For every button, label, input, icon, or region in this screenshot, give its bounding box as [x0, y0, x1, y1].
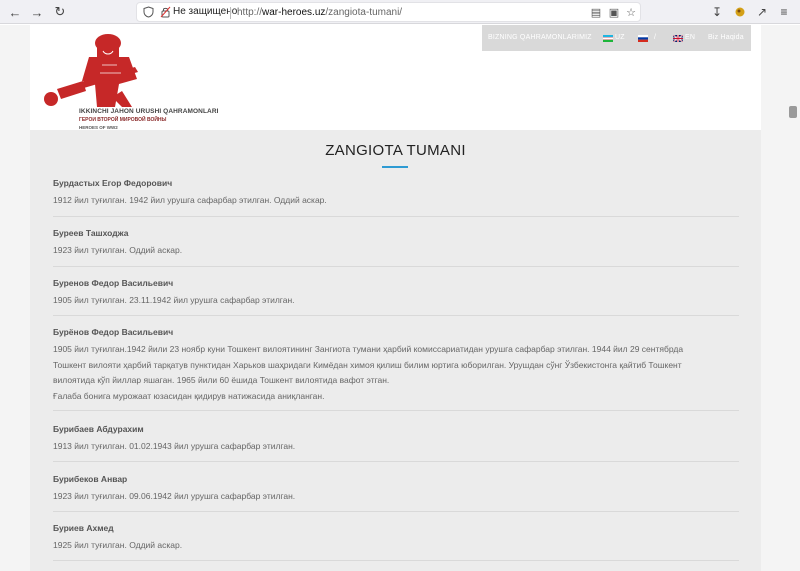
browser-toolbar: ← → ↻ Не защищено http://war-heroes.uz/z…: [0, 0, 800, 24]
nav-lang-separator: /: [654, 34, 657, 41]
list-item: Бурибеков Анвар 1923 йил туғилган. 09.06…: [53, 474, 739, 512]
bookmark-star-icon[interactable]: ☆: [624, 5, 638, 19]
url-text[interactable]: http://war-heroes.uz/zangiota-tumani/: [237, 7, 402, 18]
nav-lang-en[interactable]: EN: [685, 34, 695, 41]
screenshot-icon[interactable]: ▣: [607, 5, 621, 19]
url-scheme: http://: [237, 7, 263, 18]
list-item: Бурибаев Абдурахим 1913 йил туғилган. 01…: [53, 424, 739, 462]
hero-name: Буриев Ахмед: [53, 523, 114, 533]
divider: [53, 216, 739, 217]
shield-icon[interactable]: [141, 5, 155, 19]
list-item: Бурдастых Егор Федорович 1912 йил туғилг…: [53, 178, 739, 217]
menu-icon[interactable]: ≡: [775, 3, 793, 21]
flag-ru-icon[interactable]: [638, 35, 648, 42]
top-navigation: BIZNING QAHRAMONLARIMIZ UZ / EN Biz Haqi…: [482, 25, 751, 51]
nav-our-heroes[interactable]: BIZNING QAHRAMONLARIMIZ: [488, 34, 592, 41]
hero-bio-line: вилоятида кўп йиллар яшаган. 1965 йили 6…: [53, 375, 390, 386]
flag-uz-icon[interactable]: [603, 35, 613, 42]
hero-name: Буренов Федор Васильевич: [53, 278, 174, 288]
hero-name: Бурёнов Федор Васильевич: [53, 327, 174, 337]
logo-title-ru: ГЕРОИ ВТОРОЙ МИРОВОЙ ВОЙНЫ: [79, 117, 167, 123]
hero-bio-line: Тошкент вилояти ҳарбий тарқатув пунктида…: [53, 359, 682, 370]
url-separator: [230, 7, 231, 19]
site-container: IKKINCHI JAHON URUSHI QAHRAMONLARI ГЕРОИ…: [30, 25, 761, 571]
reader-view-icon[interactable]: ▤: [589, 5, 603, 19]
site-logo[interactable]: IKKINCHI JAHON URUSHI QAHRAMONLARI ГЕРОИ…: [37, 29, 218, 130]
extension-icon[interactable]: [731, 3, 749, 21]
logo-title-uz: IKKINCHI JAHON URUSHI QAHRAMONLARI: [79, 108, 219, 115]
back-icon[interactable]: ←: [6, 3, 24, 21]
reload-icon[interactable]: ↻: [51, 3, 69, 21]
divider: [53, 315, 739, 316]
hero-name: Бурибаев Абдурахим: [53, 424, 144, 434]
hero-bio: 1923 йил туғилган. Оддий аскар.: [53, 245, 183, 255]
hero-name: Бурдастых Егор Федорович: [53, 178, 173, 188]
list-item: Буриев Ахмед 1925 йил туғилган. Оддий ас…: [53, 523, 739, 561]
divider: [53, 511, 739, 512]
insecure-lock-icon[interactable]: [158, 5, 172, 19]
soldier-emblem-icon: [44, 34, 138, 107]
divider: [53, 410, 739, 411]
hero-bio: 1925 йил туғилган. Оддий аскар.: [53, 540, 183, 550]
list-item: Бурёнов Федор Васильевич 1905 йил туғилг…: [53, 327, 739, 411]
url-path: /zangiota-tumani/: [325, 7, 403, 18]
forward-icon[interactable]: →: [28, 3, 46, 21]
download-icon[interactable]: ↧: [708, 3, 726, 21]
nav-about[interactable]: Biz Haqida: [708, 34, 744, 41]
share-icon[interactable]: ↗: [753, 3, 771, 21]
url-host: war-heroes.uz: [262, 7, 326, 18]
nav-lang-uz[interactable]: UZ: [615, 34, 625, 41]
hero-bio-line: Ғалаба бонига мурожаат юзасидан қидирув …: [53, 391, 325, 402]
hero-bio: 1913 йил туғилган. 01.02.1943 йил урушга…: [53, 441, 296, 451]
list-item: Буреев Ташходжа 1923 йил туғилган. Оддий…: [53, 228, 739, 267]
security-label: Не защищено: [173, 6, 238, 17]
scrollbar[interactable]: [789, 106, 797, 118]
divider: [53, 560, 739, 561]
hero-name: Бурибеков Анвар: [53, 474, 128, 484]
hero-bio: 1905 йил туғилган. 23.11.1942 йил урушга…: [53, 295, 295, 305]
divider: [53, 461, 739, 462]
list-item: Буренов Федор Васильевич 1905 йил туғилг…: [53, 278, 739, 316]
hero-bio-line: 1905 йил туғилган.1942 йили 23 ноябр кун…: [53, 344, 684, 354]
flag-gb-icon[interactable]: [673, 35, 683, 42]
hero-bio: 1905 йил туғилган.1942 йили 23 ноябр кун…: [53, 342, 739, 405]
title-accent-line: [382, 166, 408, 168]
hero-bio: 1923 йил туғилган. 09.06.1942 йил урушга…: [53, 491, 296, 501]
divider: [53, 266, 739, 267]
address-bar[interactable]: Не защищено http://war-heroes.uz/zangiot…: [136, 2, 641, 22]
entries-list: Бурдастых Егор Федорович 1912 йил туғилг…: [30, 174, 761, 571]
hero-bio: 1912 йил туғилган. 1942 йил урушга сафар…: [53, 195, 327, 205]
hero-name: Буреев Ташходжа: [53, 228, 129, 238]
page-title: ZANGIOTA TUMANI: [325, 142, 466, 159]
